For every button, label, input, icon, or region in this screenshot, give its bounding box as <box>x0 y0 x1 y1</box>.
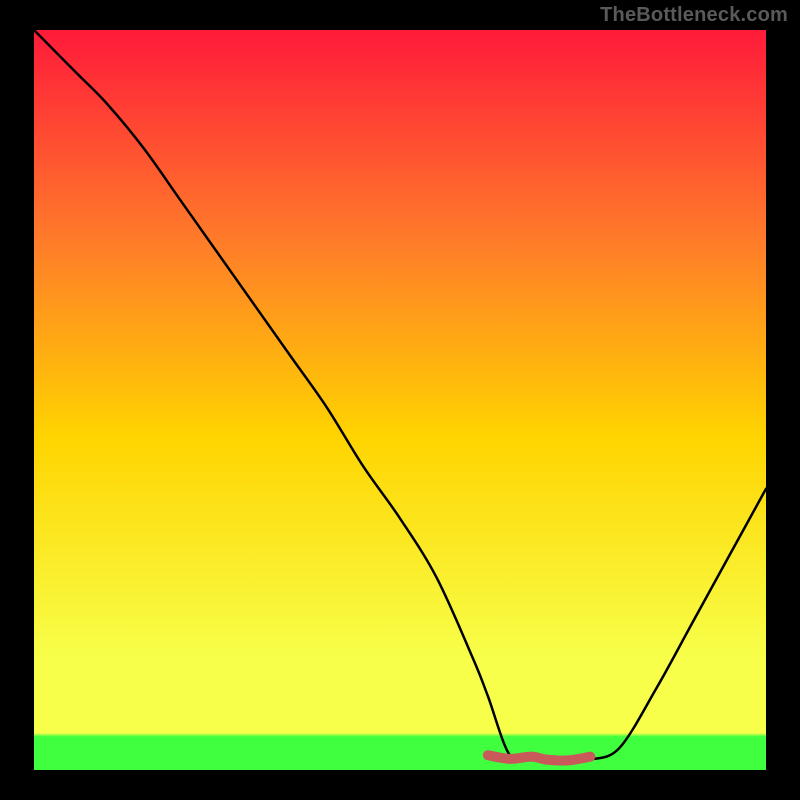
chart-frame: { "watermark": "TheBottleneck.com", "col… <box>0 0 800 800</box>
bottleneck-chart <box>0 0 800 800</box>
optimal-range-line <box>488 755 590 760</box>
plot-background <box>34 30 766 770</box>
